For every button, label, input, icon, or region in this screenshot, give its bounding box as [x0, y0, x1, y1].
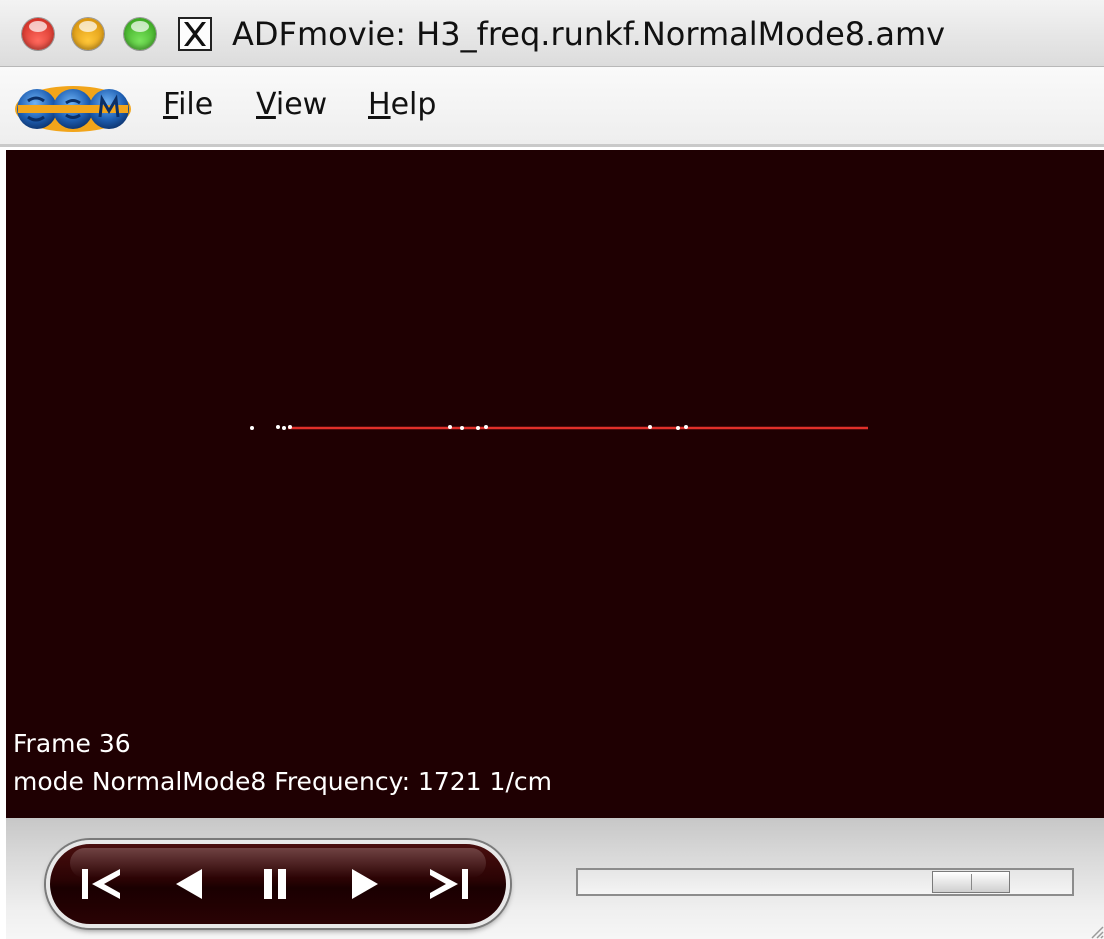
molecule-viewport[interactable]: Frame 36 mode NormalMode8 Frequency: 172… — [6, 150, 1104, 818]
frame-label: Frame 36 — [13, 729, 131, 758]
menu-file-label: ile — [178, 87, 214, 122]
first-frame-icon[interactable] — [76, 860, 128, 908]
title-bar: ADFmovie: H3_freq.runkf.NormalMode8.amv — [0, 0, 1104, 67]
menu-view-label: iew — [275, 87, 328, 122]
x11-icon — [178, 17, 212, 51]
close-icon[interactable] — [22, 18, 54, 50]
previous-frame-icon[interactable] — [164, 860, 216, 908]
minimize-icon[interactable] — [72, 18, 104, 50]
menu-bar: File View Help — [0, 67, 1104, 147]
resize-grip-icon[interactable] — [1088, 923, 1104, 939]
menu-file-mnemonic: F — [163, 87, 179, 122]
scm-logo — [14, 83, 132, 133]
menu-help-mnemonic: H — [368, 87, 391, 122]
frame-slider[interactable] — [576, 868, 1074, 896]
menu-view-mnemonic: V — [256, 87, 276, 122]
next-frame-icon[interactable] — [338, 860, 390, 908]
molecule-drawing — [250, 425, 868, 430]
menu-view[interactable]: View — [256, 85, 327, 125]
pause-icon[interactable] — [250, 860, 302, 908]
zoom-icon[interactable] — [124, 18, 156, 50]
slider-thumb[interactable] — [932, 871, 1010, 893]
playback-control-bar — [6, 818, 1104, 939]
menu-help-label: elp — [390, 87, 437, 122]
menu-help[interactable]: Help — [368, 85, 436, 125]
playback-controls — [46, 840, 510, 928]
last-frame-icon[interactable] — [422, 860, 474, 908]
menu-file[interactable]: File — [163, 85, 213, 125]
mode-label: mode NormalMode8 Frequency: 1721 1/cm — [13, 767, 552, 796]
window-title: ADFmovie: H3_freq.runkf.NormalMode8.amv — [232, 15, 946, 53]
